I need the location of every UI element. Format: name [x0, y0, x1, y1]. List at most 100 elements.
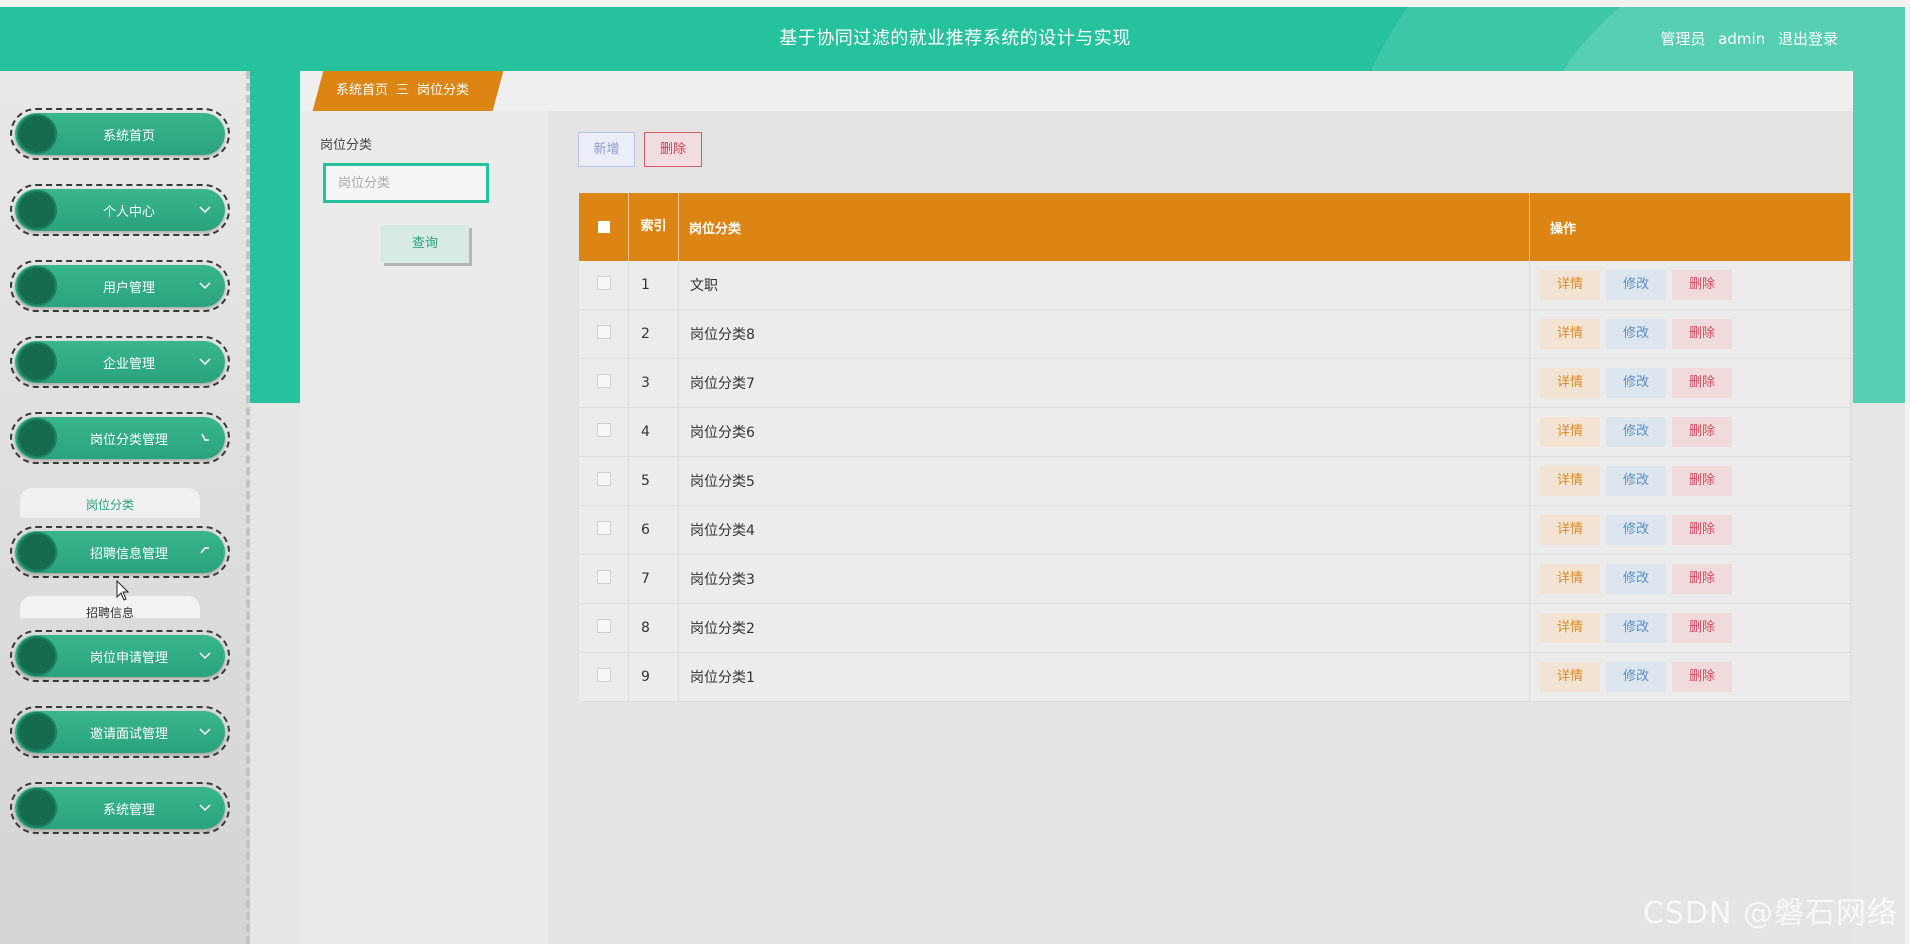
sidebar-item-home[interactable]: 系统首页 — [10, 108, 230, 160]
row-category-name: 岗位分类2 — [678, 603, 1530, 653]
menu-circle-icon — [17, 266, 57, 306]
detail-button[interactable]: 详情 — [1540, 319, 1600, 349]
search-button[interactable]: 查询 — [381, 225, 469, 263]
row-index: 8 — [628, 603, 679, 653]
row-checkbox[interactable] — [596, 325, 611, 339]
row-select-cell — [579, 603, 629, 653]
sidebar-item-label: 企业管理 — [102, 356, 155, 372]
edit-button[interactable]: 修改 — [1606, 613, 1666, 643]
menu-pill: 岗位分类管理 — [15, 417, 225, 459]
submenu-item-job-category[interactable]: 岗位分类 — [20, 488, 200, 518]
sidebar-item-system-mgmt[interactable]: 系统管理 — [10, 782, 230, 834]
row-checkbox[interactable] — [596, 521, 611, 535]
sidebar-item-interview-mgmt[interactable]: 邀请面试管理 — [10, 706, 230, 758]
row-delete-button[interactable]: 删除 — [1672, 613, 1732, 643]
edit-button[interactable]: 修改 — [1606, 515, 1666, 545]
sidebar-item-job-category-mgmt[interactable]: 岗位分类管理 — [10, 412, 230, 464]
logout-link[interactable]: 退出登录 — [1778, 30, 1838, 48]
mouse-cursor-icon — [116, 580, 130, 601]
table-row: 7 岗位分类3 详情 修改 删除 — [579, 554, 1851, 604]
row-select-cell — [579, 554, 629, 604]
table-row: 6 岗位分类4 详情 修改 删除 — [579, 505, 1851, 555]
detail-button[interactable]: 详情 — [1540, 564, 1600, 594]
row-actions: 详情 修改 删除 — [1530, 319, 1850, 349]
breadcrumb: 系统首页三岗位分类 — [336, 71, 469, 111]
menu-circle-icon — [17, 190, 57, 230]
row-delete-button[interactable]: 删除 — [1672, 270, 1732, 300]
chevron-down-icon — [199, 728, 211, 736]
edit-button[interactable]: 修改 — [1606, 368, 1666, 398]
app-title: 基于协同过滤的就业推荐系统的设计与实现 — [779, 28, 1131, 49]
row-index: 6 — [628, 505, 679, 555]
menu-circle-icon — [17, 418, 57, 458]
breadcrumb-separator: 三 — [396, 83, 410, 98]
detail-button[interactable]: 详情 — [1540, 466, 1600, 496]
row-delete-button[interactable]: 删除 — [1672, 368, 1732, 398]
breadcrumb-home[interactable]: 系统首页 — [336, 83, 388, 98]
row-delete-button[interactable]: 删除 — [1672, 515, 1732, 545]
chevron-down-icon — [199, 206, 211, 214]
detail-button[interactable]: 详情 — [1540, 662, 1600, 692]
edit-button[interactable]: 修改 — [1606, 564, 1666, 594]
row-select-cell — [579, 456, 629, 506]
row-checkbox[interactable] — [596, 276, 611, 290]
add-button[interactable]: 新增 — [578, 132, 635, 167]
submenu-item-recruitment[interactable]: 招聘信息 — [20, 596, 200, 618]
row-category-name: 岗位分类8 — [678, 309, 1530, 359]
row-select-cell — [579, 358, 629, 408]
row-category-name: 岗位分类5 — [678, 456, 1530, 506]
job-category-search-input[interactable] — [323, 163, 489, 203]
menu-circle-icon — [17, 788, 57, 828]
row-delete-button[interactable]: 删除 — [1672, 319, 1732, 349]
row-actions: 详情 修改 删除 — [1530, 417, 1850, 447]
row-checkbox[interactable] — [596, 570, 611, 584]
row-checkbox[interactable] — [596, 472, 611, 486]
sidebar-item-label: 系统首页 — [102, 128, 155, 144]
job-category-table: 索引 岗位分类 操作 1 文职 详情 修改 删除 2 岗位分类8 详情 修改 删除 3 岗位分类7 详情… — [579, 193, 1851, 702]
menu-pill: 企业管理 — [15, 341, 225, 383]
row-operations: 详情 修改 删除 — [1529, 407, 1851, 457]
row-delete-button[interactable]: 删除 — [1672, 466, 1732, 496]
row-actions: 详情 修改 删除 — [1530, 613, 1850, 643]
row-checkbox[interactable] — [596, 619, 611, 633]
row-delete-button[interactable]: 删除 — [1672, 417, 1732, 447]
menu-pill: 岗位申请管理 — [15, 635, 225, 677]
edit-button[interactable]: 修改 — [1606, 662, 1666, 692]
menu-circle-icon — [17, 636, 57, 676]
edit-button[interactable]: 修改 — [1606, 319, 1666, 349]
detail-button[interactable]: 详情 — [1540, 613, 1600, 643]
sidebar-item-users[interactable]: 用户管理 — [10, 260, 230, 312]
row-operations: 详情 修改 删除 — [1529, 505, 1851, 555]
detail-button[interactable]: 详情 — [1540, 417, 1600, 447]
row-delete-button[interactable]: 删除 — [1672, 662, 1732, 692]
delete-button[interactable]: 删除 — [644, 132, 702, 167]
sidebar-item-enterprise[interactable]: 企业管理 — [10, 336, 230, 388]
row-operations: 详情 修改 删除 — [1529, 554, 1851, 604]
scrollbar[interactable] — [1905, 0, 1910, 944]
sidebar-item-label: 个人中心 — [102, 204, 155, 220]
row-select-cell — [579, 652, 629, 702]
row-select-cell — [579, 407, 629, 457]
chevron-down-icon — [199, 652, 211, 660]
table-row: 2 岗位分类8 详情 修改 删除 — [579, 309, 1851, 359]
filter-label: 岗位分类 — [320, 138, 373, 153]
edit-button[interactable]: 修改 — [1606, 417, 1666, 447]
sidebar-item-profile[interactable]: 个人中心 — [10, 184, 230, 236]
select-all-checkbox[interactable] — [597, 221, 610, 233]
select-all-header — [579, 193, 629, 261]
row-delete-button[interactable]: 删除 — [1672, 564, 1732, 594]
detail-button[interactable]: 详情 — [1540, 515, 1600, 545]
breadcrumb-current: 岗位分类 — [417, 83, 470, 98]
sidebar-item-application-mgmt[interactable]: 岗位申请管理 — [10, 630, 230, 682]
menu-pill: 用户管理 — [15, 265, 225, 307]
edit-button[interactable]: 修改 — [1606, 270, 1666, 300]
sidebar-item-recruitment-mgmt[interactable]: 招聘信息管理 — [10, 526, 230, 578]
row-checkbox[interactable] — [596, 423, 611, 437]
row-checkbox[interactable] — [596, 374, 611, 388]
row-checkbox[interactable] — [596, 668, 611, 682]
row-category-name: 岗位分类4 — [678, 505, 1530, 555]
edit-button[interactable]: 修改 — [1606, 466, 1666, 496]
detail-button[interactable]: 详情 — [1540, 368, 1600, 398]
table-row: 9 岗位分类1 详情 修改 删除 — [579, 652, 1851, 702]
detail-button[interactable]: 详情 — [1540, 270, 1600, 300]
